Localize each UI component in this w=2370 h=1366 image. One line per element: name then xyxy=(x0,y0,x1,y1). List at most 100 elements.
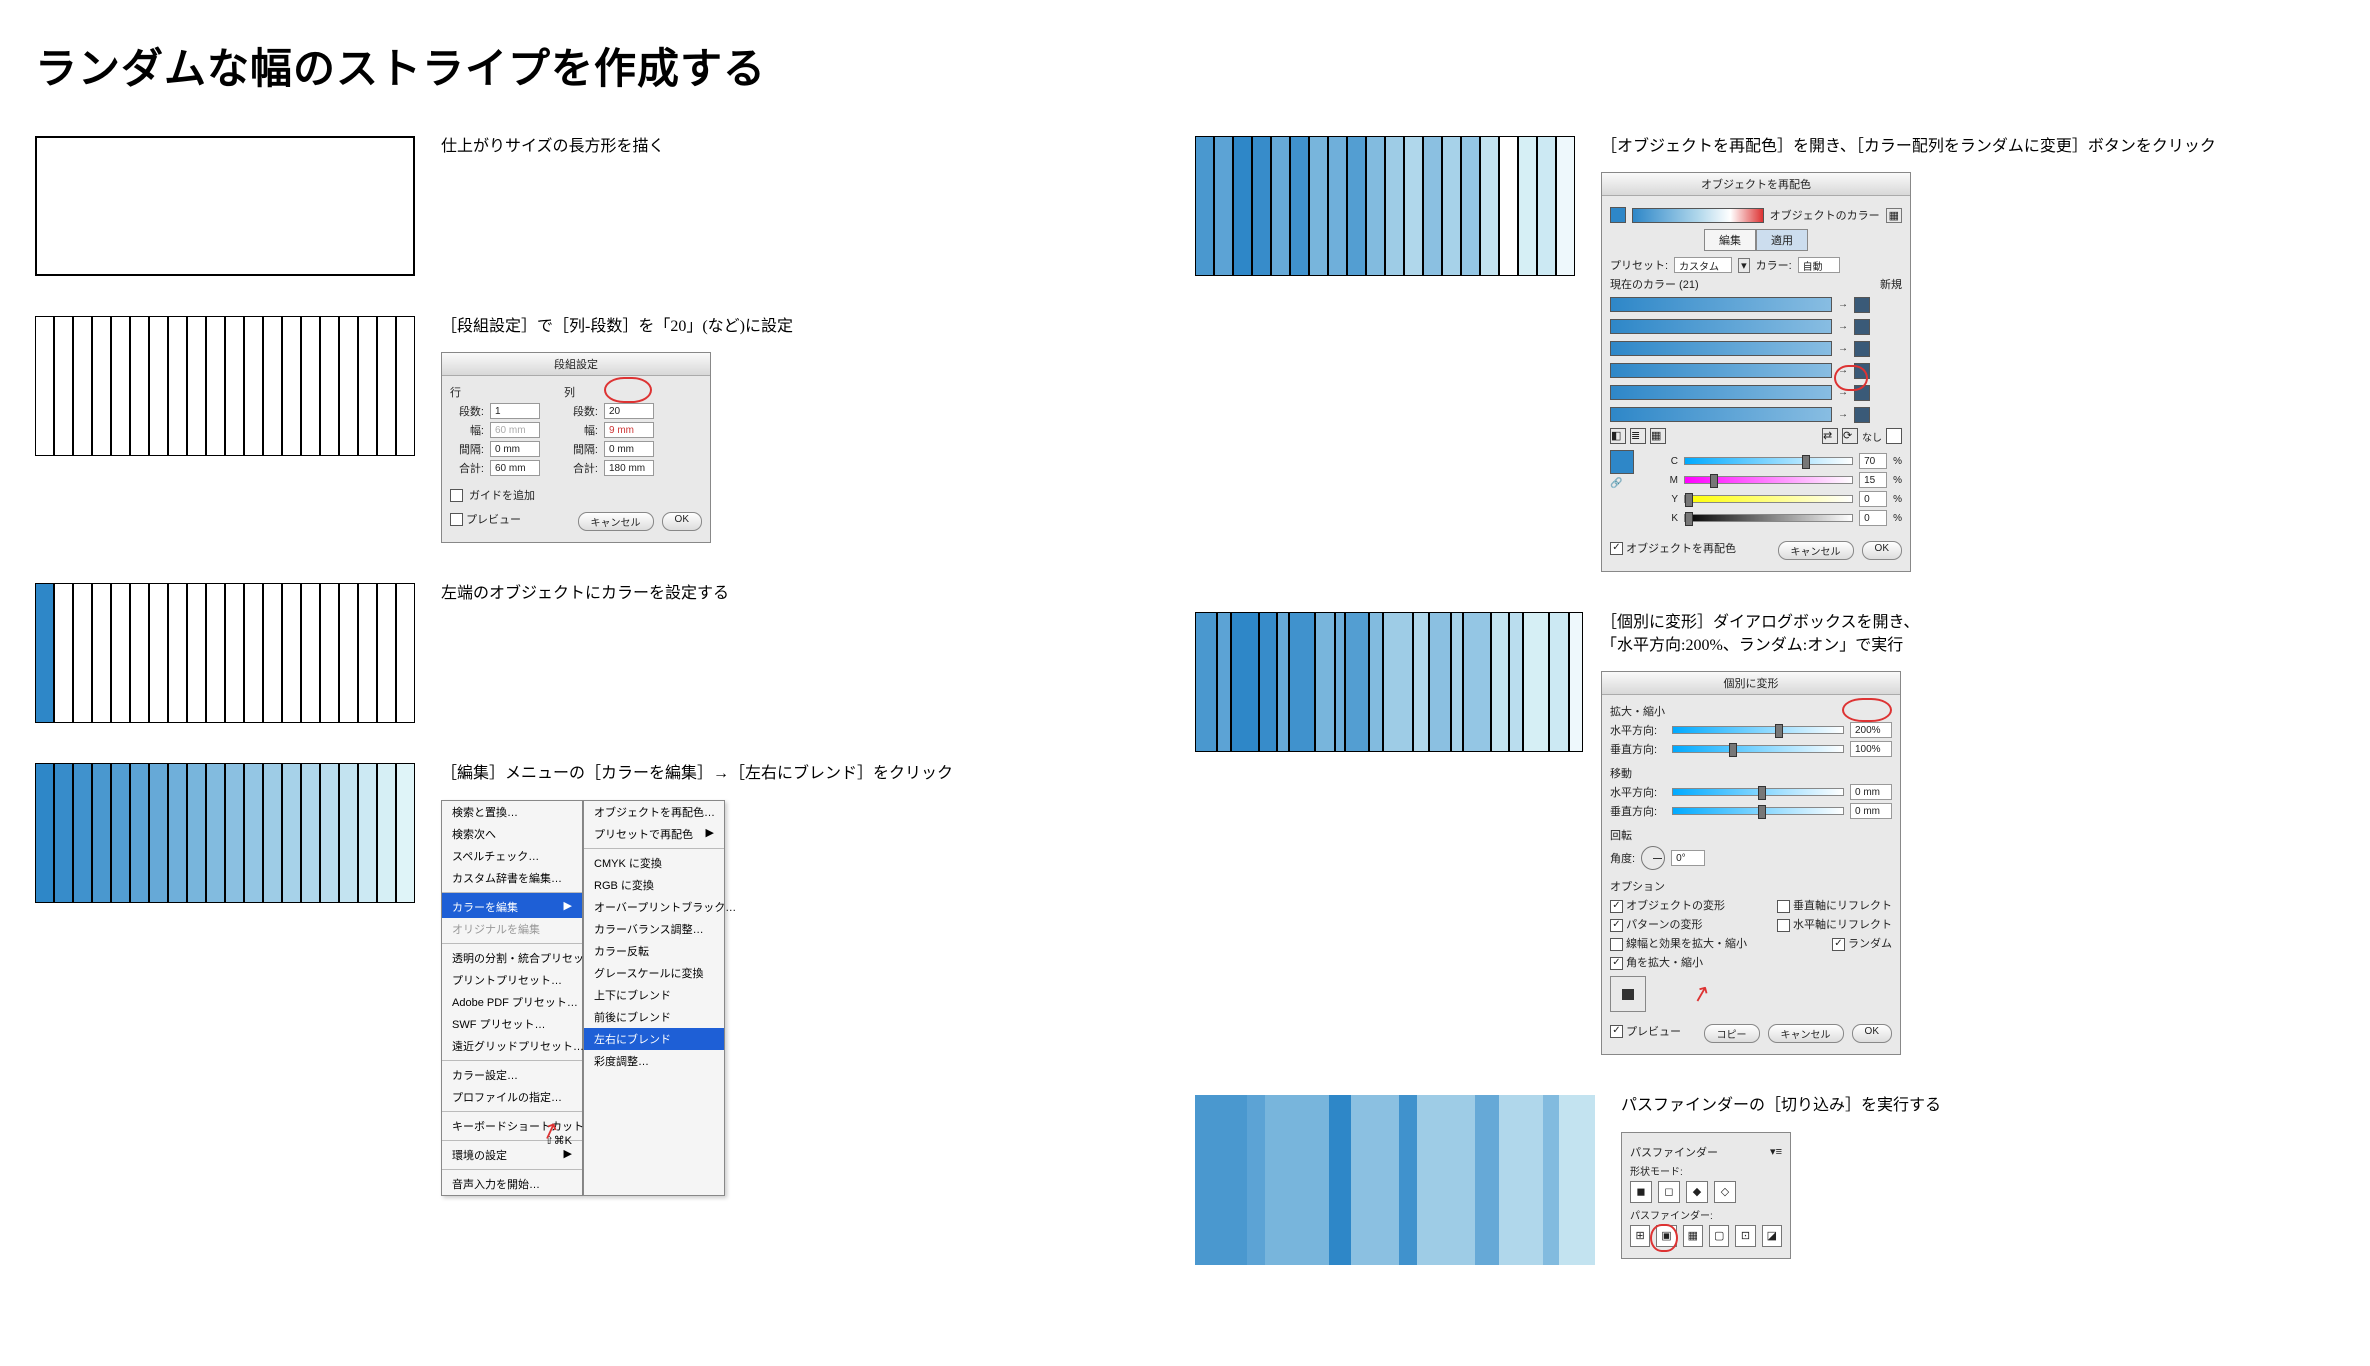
stripe-cell xyxy=(301,583,320,723)
ok-button[interactable]: OK xyxy=(1862,541,1902,560)
angle-dial[interactable] xyxy=(1641,846,1665,870)
cancel-button[interactable]: キャンセル xyxy=(1778,541,1854,560)
target-swatch[interactable] xyxy=(1854,385,1870,401)
step5-stripes xyxy=(1195,136,1575,276)
menu-item[interactable]: 検索と置換… xyxy=(442,801,582,823)
anchor-grid[interactable] xyxy=(1610,976,1646,1012)
menu-item[interactable]: プロファイルの指定… xyxy=(442,1086,582,1108)
color-select[interactable]: 自動 xyxy=(1798,257,1840,273)
menu-item[interactable]: 左右にブレンド xyxy=(584,1028,724,1050)
tab-apply[interactable]: 適用 xyxy=(1756,229,1808,251)
menu-item[interactable]: 上下にブレンド xyxy=(584,984,724,1006)
stripe-cell xyxy=(1385,136,1404,276)
copy-button[interactable]: コピー xyxy=(1704,1024,1760,1043)
menu-item[interactable]: 透明の分割・統合プリセット… xyxy=(442,943,582,969)
menu-item[interactable]: CMYK に変換 xyxy=(584,848,724,874)
stripe-cell xyxy=(1463,612,1491,752)
guide-checkbox[interactable] xyxy=(450,489,463,502)
merge-icon[interactable]: ▦ xyxy=(1683,1225,1703,1247)
menu-item[interactable]: カスタム辞書を編集… xyxy=(442,867,582,889)
cols-field[interactable]: 20 xyxy=(604,403,654,419)
menu-item[interactable]: プリントプリセット… xyxy=(442,969,582,991)
step4-caption: ［編集］メニューの［カラーを編集］→［左右にブレンド］をクリック xyxy=(441,763,1155,785)
menu-item[interactable]: プリセットで再配色▶ xyxy=(584,823,724,845)
m-slider[interactable] xyxy=(1684,476,1853,484)
recolor-color-bar[interactable] xyxy=(1610,407,1832,422)
menu-item[interactable]: Adobe PDF プリセット… xyxy=(442,991,582,1013)
recolor-color-bar[interactable] xyxy=(1610,341,1832,356)
k-slider[interactable] xyxy=(1684,514,1853,522)
menu-item[interactable]: RGB に変換 xyxy=(584,874,724,896)
preview-checkbox[interactable] xyxy=(1610,1025,1623,1038)
dropdown-icon[interactable]: ▾ xyxy=(1738,258,1750,273)
rows-field[interactable]: 1 xyxy=(490,403,540,419)
stripe-cell xyxy=(320,583,339,723)
minus-front-icon[interactable]: ◻ xyxy=(1658,1181,1680,1203)
unite-icon[interactable]: ◼ xyxy=(1630,1181,1652,1203)
target-swatch[interactable] xyxy=(1854,297,1870,313)
target-swatch[interactable] xyxy=(1854,319,1870,335)
row-heading: 行 xyxy=(450,384,540,400)
ok-button[interactable]: OK xyxy=(662,512,702,531)
tool-icon[interactable]: ≣ xyxy=(1630,428,1646,444)
pathfinder-panel: パスファインダー▾≡ 形状モード: ◼ ◻ ◆ ◇ パスファインダー: ⊞ xyxy=(1621,1132,1791,1259)
menu-item[interactable]: 検索次へ xyxy=(442,823,582,845)
outline-icon[interactable]: ⊡ xyxy=(1735,1225,1755,1247)
recolor-color-bar[interactable] xyxy=(1610,385,1832,400)
menu-item[interactable]: オブジェクトを再配色… xyxy=(584,801,724,823)
stripe-cell xyxy=(1399,1095,1417,1265)
menu-item[interactable]: カラー設定… xyxy=(442,1060,582,1086)
tab-edit[interactable]: 編集 xyxy=(1704,229,1756,251)
menu-item[interactable]: 彩度調整… xyxy=(584,1050,724,1072)
y-slider[interactable] xyxy=(1684,495,1853,503)
h-move-slider[interactable] xyxy=(1672,788,1844,796)
h-scale-field[interactable]: 200% xyxy=(1850,722,1892,738)
preview-checkbox[interactable] xyxy=(450,513,463,526)
recolor-color-bar[interactable] xyxy=(1610,297,1832,312)
trim-icon[interactable]: ▣ xyxy=(1656,1225,1676,1247)
target-swatch[interactable] xyxy=(1854,363,1870,379)
h-scale-slider[interactable] xyxy=(1672,726,1844,734)
random-checkbox[interactable] xyxy=(1832,938,1845,951)
menu-item[interactable]: スペルチェック… xyxy=(442,845,582,867)
menu-item[interactable]: オーバープリントブラック… xyxy=(584,896,724,918)
stripe-cell xyxy=(111,763,130,903)
v-move-slider[interactable] xyxy=(1672,807,1844,815)
recolor-color-bar[interactable] xyxy=(1610,363,1832,378)
recolor-color-bar[interactable] xyxy=(1610,319,1832,334)
menu-item[interactable]: 前後にブレンド xyxy=(584,1006,724,1028)
menu-item[interactable]: カラー反転 xyxy=(584,940,724,962)
menu-item[interactable]: カラーを編集▶ xyxy=(442,892,582,918)
stripe-cell xyxy=(1518,136,1537,276)
crop-icon[interactable]: ▢ xyxy=(1709,1225,1729,1247)
stripe-cell xyxy=(54,763,73,903)
target-swatch[interactable] xyxy=(1854,341,1870,357)
cancel-button[interactable]: キャンセル xyxy=(1768,1024,1844,1043)
none-swatch-icon[interactable] xyxy=(1886,428,1902,444)
recolor-checkbox[interactable] xyxy=(1610,542,1623,555)
menu-item[interactable]: SWF プリセット… xyxy=(442,1013,582,1035)
c-slider[interactable] xyxy=(1684,457,1853,465)
tool-icon[interactable]: ◧ xyxy=(1610,428,1626,444)
menu-item[interactable]: グレースケールに変換 xyxy=(584,962,724,984)
intersect-icon[interactable]: ◆ xyxy=(1686,1181,1708,1203)
divide-icon[interactable]: ⊞ xyxy=(1630,1225,1650,1247)
recolor-dialog: オブジェクトを再配色 オブジェクトのカラー ▦ 編集 適用 xyxy=(1601,172,1911,572)
v-scale-slider[interactable] xyxy=(1672,745,1844,753)
target-swatch[interactable] xyxy=(1854,407,1870,423)
menu-item[interactable]: 音声入力を開始… xyxy=(442,1169,582,1195)
random-sat-button[interactable]: ⟳ xyxy=(1842,428,1858,444)
tool-icon[interactable]: ▦ xyxy=(1650,428,1666,444)
preset-select[interactable]: カスタム xyxy=(1674,257,1732,273)
menu-item[interactable]: カラーバランス調整… xyxy=(584,918,724,940)
random-color-button[interactable]: ⇄ xyxy=(1822,428,1838,444)
ok-button[interactable]: OK xyxy=(1852,1024,1892,1043)
menu-item[interactable]: 遠近グリッドプリセット… xyxy=(442,1035,582,1057)
swatch-picker-icon[interactable]: ▦ xyxy=(1886,208,1902,223)
exclude-icon[interactable]: ◇ xyxy=(1714,1181,1736,1203)
panel-menu-icon[interactable]: ▾≡ xyxy=(1770,1145,1782,1158)
stripe-cell xyxy=(1569,612,1583,752)
minus-back-icon[interactable]: ◪ xyxy=(1762,1225,1782,1247)
edit-color-submenu: オブジェクトを再配色…プリセットで再配色▶ CMYK に変換RGB に変換オーバー… xyxy=(583,800,725,1196)
cancel-button[interactable]: キャンセル xyxy=(578,512,654,531)
